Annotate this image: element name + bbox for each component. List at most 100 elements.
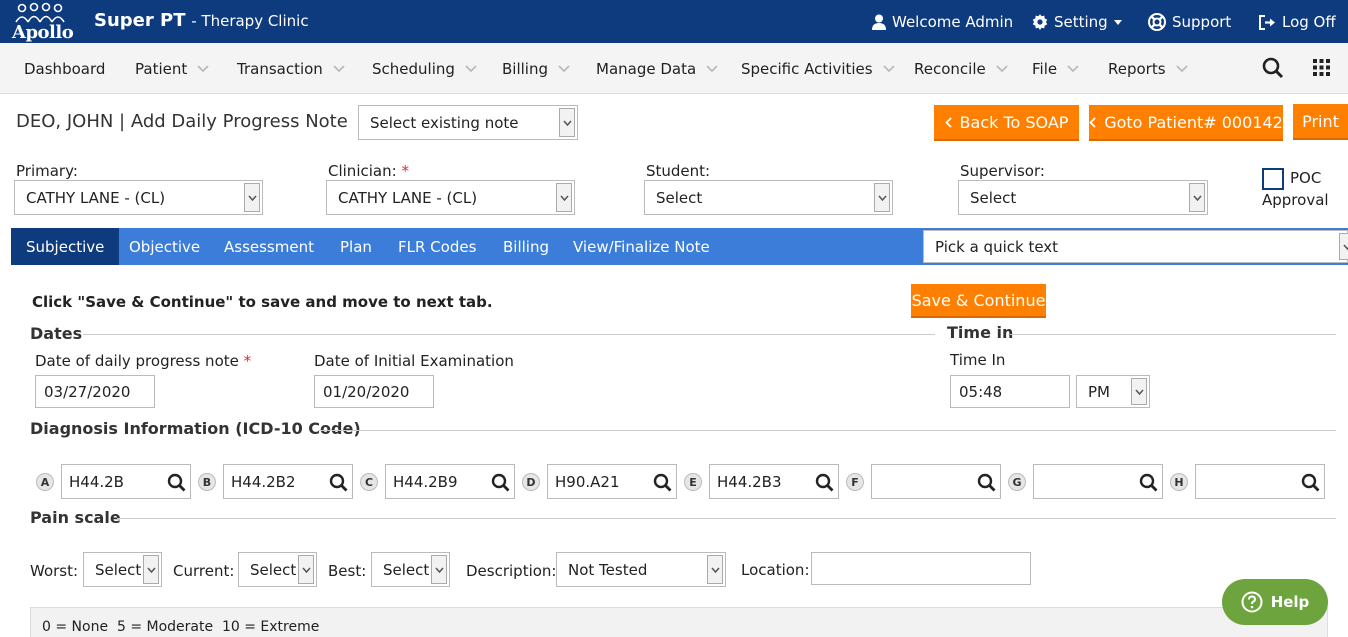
nav-file[interactable]: File: [1032, 60, 1079, 78]
primary-select[interactable]: CATHY LANE - (CL): [14, 180, 263, 215]
existing-note-value: Select existing note: [370, 113, 519, 132]
diagnosis-letter: F: [846, 473, 864, 491]
current-select[interactable]: Select: [238, 552, 317, 587]
nav-label: Manage Data: [596, 60, 697, 78]
daily-date-label-text: Date of daily progress note: [35, 352, 239, 370]
search-icon[interactable]: [977, 473, 996, 492]
tab-billing[interactable]: Billing: [488, 228, 564, 265]
diagnosis-letter: C: [360, 473, 378, 491]
top-header: Apollo Super PT - Therapy Clinic Welcome…: [0, 0, 1348, 43]
tab-objective[interactable]: Objective: [114, 228, 215, 265]
initial-date-label: Date of Initial Examination: [314, 352, 514, 370]
tab-subjective[interactable]: Subjective: [11, 228, 120, 265]
search-icon[interactable]: [491, 473, 510, 492]
help-label: Help: [1270, 593, 1310, 611]
diagnosis-input[interactable]: H44.2B2: [223, 464, 353, 499]
nav-specific-activities[interactable]: Specific Activities: [741, 60, 895, 78]
back-to-soap-button[interactable]: Back To SOAP: [934, 105, 1079, 141]
nav-billing[interactable]: Billing: [502, 60, 570, 78]
best-select[interactable]: Select: [371, 552, 450, 587]
support-link[interactable]: Support: [1148, 13, 1231, 31]
instruction-text: Click "Save & Continue" to save and move…: [32, 293, 493, 311]
chevron-down-icon: [1067, 65, 1079, 73]
dates-title: Dates: [30, 324, 83, 343]
description-select[interactable]: Not Tested: [556, 552, 726, 587]
tab-assessment[interactable]: Assessment: [209, 228, 329, 265]
location-input[interactable]: [811, 552, 1031, 585]
nav-reconcile[interactable]: Reconcile: [914, 60, 1008, 78]
poc-label: POC: [1290, 169, 1322, 187]
location-label: Location:: [741, 561, 810, 579]
tab-plan[interactable]: Plan: [325, 228, 387, 265]
time-in-input[interactable]: 05:48: [950, 375, 1070, 408]
diagnosis-letter: H: [1170, 473, 1188, 491]
chevron-down-icon: [556, 183, 572, 212]
user-icon: [872, 14, 886, 30]
nav-label: Transaction: [237, 60, 323, 78]
diagnosis-input[interactable]: [871, 464, 1001, 499]
ampm-select[interactable]: PM: [1076, 375, 1150, 408]
chevron-down-icon: [465, 65, 477, 73]
search-icon[interactable]: [1301, 473, 1320, 492]
search-icon[interactable]: [653, 473, 672, 492]
initial-date-input[interactable]: 01/20/2020: [314, 375, 434, 408]
quick-text-select[interactable]: Pick a quick text: [923, 230, 1348, 263]
tab-flr-codes[interactable]: FLR Codes: [383, 228, 491, 265]
daily-date-label: Date of daily progress note *: [35, 352, 251, 370]
search-icon[interactable]: [167, 473, 186, 492]
setting-label: Setting: [1054, 13, 1108, 31]
lifebuoy-icon: [1148, 13, 1166, 31]
nav-label: Billing: [502, 60, 548, 78]
nav-manage-data[interactable]: Manage Data: [596, 60, 718, 78]
search-icon[interactable]: [1262, 57, 1284, 83]
nav-label: Specific Activities: [741, 60, 873, 78]
app-grid-icon[interactable]: [1313, 59, 1330, 80]
chevron-down-icon: [1189, 183, 1205, 212]
chevron-down-icon: [143, 555, 159, 584]
print-button[interactable]: Print: [1293, 104, 1348, 140]
tab-view-finalize[interactable]: View/Finalize Note: [558, 228, 725, 265]
chevron-down-icon: [333, 65, 345, 73]
chevron-down-icon: [559, 108, 575, 137]
diagnosis-input[interactable]: H44.2B3: [709, 464, 839, 499]
worst-select[interactable]: Select: [83, 552, 162, 587]
nav-reports[interactable]: Reports: [1108, 60, 1188, 78]
pain-scale-title: Pain scale: [30, 508, 121, 527]
brand-subtitle: - Therapy Clinic: [191, 12, 309, 30]
save-continue-button[interactable]: Save & Continue: [911, 284, 1046, 318]
nav-dashboard[interactable]: Dashboard: [24, 60, 105, 78]
diagnosis-code: H90.A21: [555, 472, 620, 491]
diagnosis-input[interactable]: [1195, 464, 1325, 499]
search-icon[interactable]: [329, 473, 348, 492]
setting-menu[interactable]: Setting: [1032, 13, 1122, 31]
diagnosis-code: H44.2B3: [717, 472, 782, 491]
nav-patient[interactable]: Patient: [135, 60, 209, 78]
diagnosis-input[interactable]: H90.A21: [547, 464, 677, 499]
student-select[interactable]: Select: [644, 180, 893, 215]
clinician-select[interactable]: CATHY LANE - (CL): [326, 180, 575, 215]
diagnosis-input[interactable]: H44.2B: [61, 464, 191, 499]
welcome-link[interactable]: Welcome Admin: [872, 13, 1013, 31]
nav-scheduling[interactable]: Scheduling: [372, 60, 477, 78]
diagnosis-input[interactable]: H44.2B9: [385, 464, 515, 499]
help-button[interactable]: Help: [1222, 579, 1328, 625]
goto-patient-button[interactable]: Goto Patient# 000142: [1089, 105, 1283, 141]
nav-transaction[interactable]: Transaction: [237, 60, 345, 78]
ampm-value: PM: [1088, 382, 1110, 401]
poc-approval-checkbox[interactable]: [1262, 168, 1284, 190]
primary-label: Primary:: [16, 162, 78, 180]
search-icon[interactable]: [815, 473, 834, 492]
chevron-down-icon: [1131, 378, 1147, 405]
sign-out-icon: [1259, 14, 1275, 30]
search-icon[interactable]: [1139, 473, 1158, 492]
apollo-logo[interactable]: Apollo: [10, 2, 74, 43]
daily-date-input[interactable]: 03/27/2020: [35, 375, 155, 408]
description-value: Not Tested: [568, 560, 648, 579]
existing-note-select[interactable]: Select existing note: [358, 105, 578, 140]
section-divider: [318, 430, 1336, 431]
logoff-link[interactable]: Log Off: [1259, 13, 1336, 31]
nav-label: Patient: [135, 60, 188, 78]
supervisor-select[interactable]: Select: [958, 180, 1208, 215]
diagnosis-letter: D: [522, 473, 540, 491]
diagnosis-input[interactable]: [1033, 464, 1163, 499]
